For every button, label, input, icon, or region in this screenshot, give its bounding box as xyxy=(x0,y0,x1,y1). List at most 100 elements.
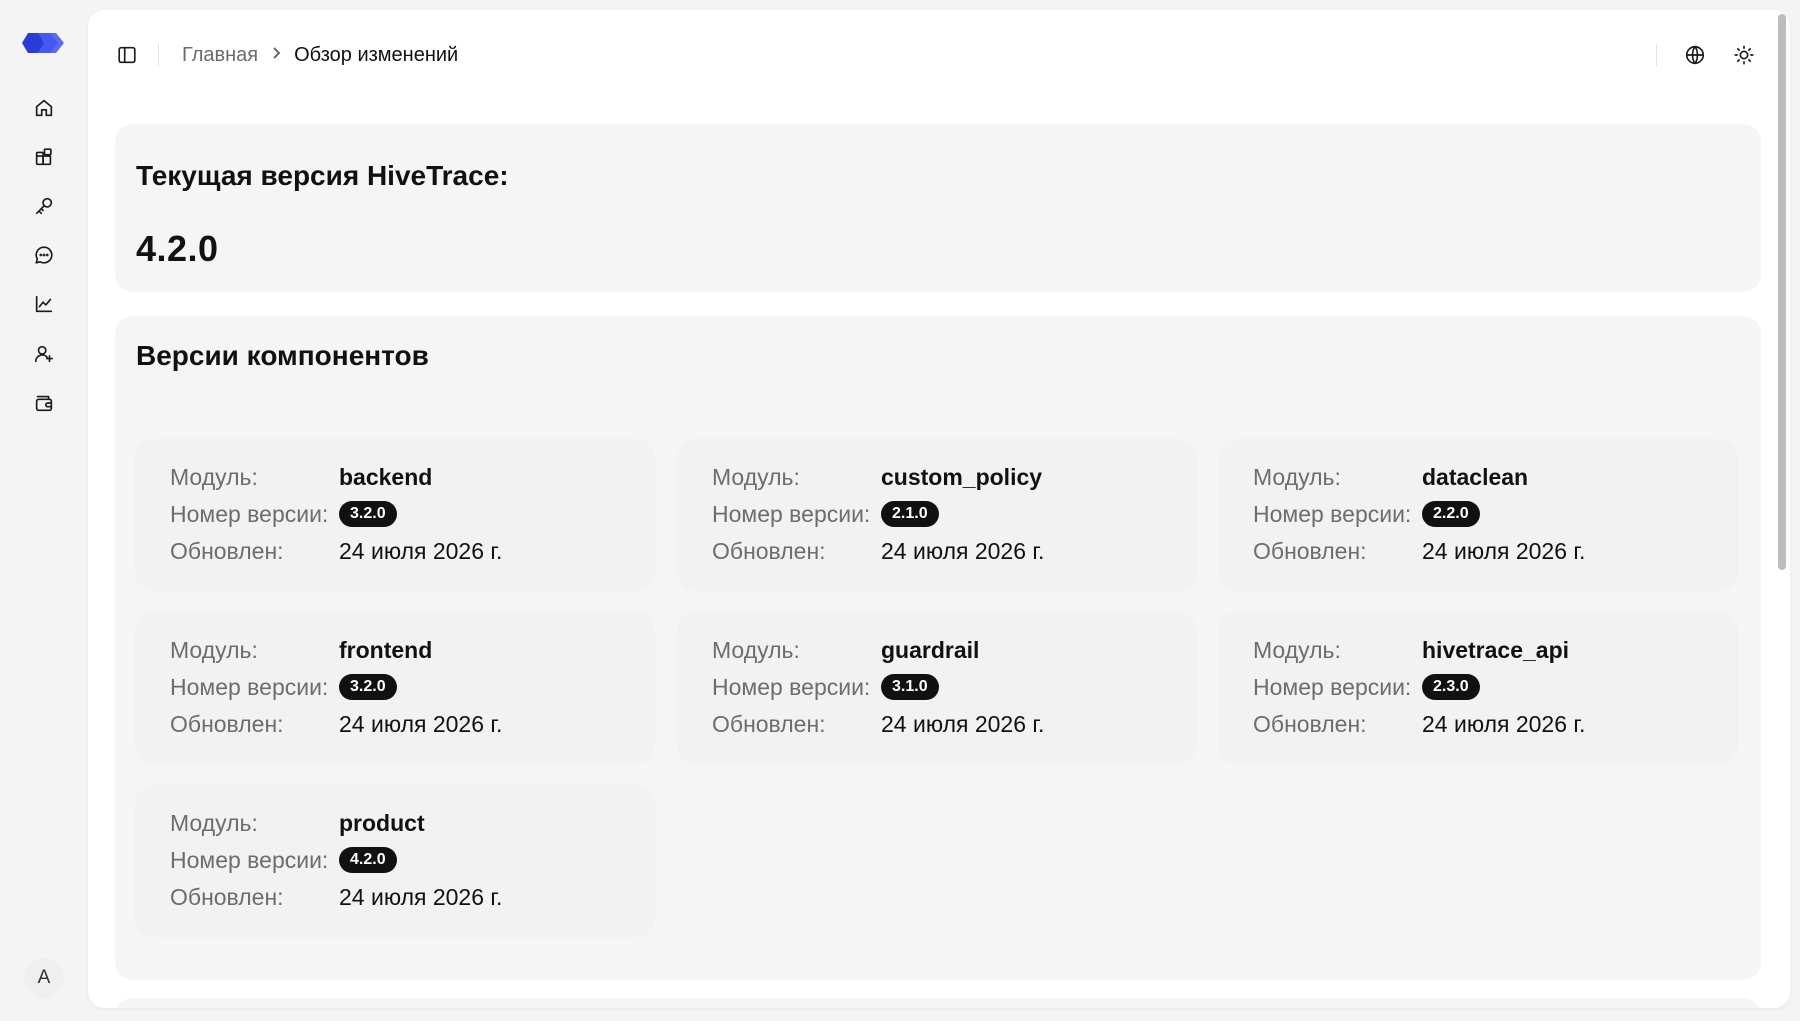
sidebar: A xyxy=(0,0,88,1021)
module-card: Модуль: product Номер версии: 4.2.0 Обновлен… xyxy=(136,786,654,936)
module-name: guardrail xyxy=(881,636,980,663)
module-name: backend xyxy=(339,463,433,490)
updated-date: 24 июля 2026 г. xyxy=(1422,710,1586,737)
updated-date: 24 июля 2026 г. xyxy=(881,710,1045,737)
updated-date: 24 июля 2026 г. xyxy=(339,710,503,737)
updated-label: Обновлен: xyxy=(712,537,826,564)
updated-date: 24 июля 2026 г. xyxy=(339,883,503,910)
divider xyxy=(1656,44,1657,66)
breadcrumb: Главная Обзор изменений xyxy=(182,42,458,68)
module-row: Модуль: hivetrace_api xyxy=(1253,635,1569,665)
theme-toggle-button[interactable] xyxy=(1730,41,1758,69)
current-version-card: Текущая версия HiveTrace: 4.2.0 xyxy=(115,124,1761,292)
blocks-icon xyxy=(35,148,52,166)
updated-label: Обновлен: xyxy=(170,710,284,737)
sidebar-item-modules[interactable] xyxy=(28,141,60,173)
version-row: Номер версии: 2.3.0 xyxy=(1253,672,1480,702)
next-section-card xyxy=(115,998,1761,1008)
chat-icon xyxy=(35,246,53,264)
version-label: Номер версии: xyxy=(1253,673,1412,700)
module-row: Модуль: backend xyxy=(170,462,432,492)
module-label: Модуль: xyxy=(1253,636,1341,663)
version-label: Номер версии: xyxy=(170,500,329,527)
version-badge: 3.2.0 xyxy=(339,674,397,700)
updated-row: Обновлен: 24 июля 2026 г. xyxy=(712,536,1044,566)
module-label: Модуль: xyxy=(170,463,258,490)
current-version-title: Текущая версия HiveTrace: xyxy=(136,160,509,191)
module-label: Модуль: xyxy=(170,636,258,663)
module-row: Модуль: guardrail xyxy=(712,635,979,665)
version-label: Номер версии: xyxy=(170,846,329,873)
version-badge: 2.2.0 xyxy=(1422,501,1480,527)
main-panel: Главная Обзор изменений Текущая версия H… xyxy=(88,10,1790,1008)
module-name: dataclean xyxy=(1422,463,1529,490)
components-card: Версии компонентов Модуль: backend Номер в… xyxy=(115,316,1761,980)
globe-icon xyxy=(1685,45,1705,65)
components-title: Версии компонентов xyxy=(136,340,429,371)
breadcrumb-home-link[interactable]: Главная xyxy=(182,44,258,67)
scrollbar[interactable] xyxy=(1778,14,1786,570)
home-icon xyxy=(35,99,53,117)
module-name: product xyxy=(339,809,425,836)
updated-row: Обновлен: 24 июля 2026 г. xyxy=(170,536,502,566)
updated-label: Обновлен: xyxy=(712,710,826,737)
module-card: Модуль: custom_policy Номер версии: 2.1.0 Об… xyxy=(678,440,1196,590)
module-label: Модуль: xyxy=(712,463,800,490)
updated-row: Обновлен: 24 июля 2026 г. xyxy=(170,709,502,739)
module-name: custom_policy xyxy=(881,463,1043,490)
module-card: Модуль: dataclean Номер версии: 2.2.0 Обновл… xyxy=(1219,440,1737,590)
version-badge: 2.1.0 xyxy=(881,501,939,527)
version-row: Номер версии: 2.2.0 xyxy=(1253,499,1480,529)
chart-icon xyxy=(35,295,53,313)
sidebar-item-messages[interactable] xyxy=(28,239,60,271)
module-row: Модуль: custom_policy xyxy=(712,462,1042,492)
key-icon xyxy=(35,197,53,215)
module-card: Модуль: frontend Номер версии: 3.2.0 Обновле… xyxy=(136,613,654,763)
module-card: Модуль: hivetrace_api Номер версии: 2.3.0 Об… xyxy=(1219,613,1737,763)
version-row: Номер версии: 4.2.0 xyxy=(170,845,397,875)
sidebar-toggle-button[interactable] xyxy=(114,42,140,68)
version-label: Номер версии: xyxy=(1253,500,1412,527)
topbar: Главная Обзор изменений xyxy=(88,10,1790,96)
updated-row: Обновлен: 24 июля 2026 г. xyxy=(1253,536,1585,566)
sidebar-item-add-user[interactable] xyxy=(28,338,60,370)
version-row: Номер версии: 3.2.0 xyxy=(170,499,397,529)
module-label: Модуль: xyxy=(1253,463,1341,490)
version-row: Номер версии: 3.1.0 xyxy=(712,672,939,702)
updated-row: Обновлен: 24 июля 2026 г. xyxy=(712,709,1044,739)
updated-label: Обновлен: xyxy=(170,883,284,910)
updated-label: Обновлен: xyxy=(1253,710,1367,737)
sidebar-toggle-icon xyxy=(118,46,136,64)
divider xyxy=(158,44,159,66)
language-button[interactable] xyxy=(1681,41,1709,69)
version-label: Номер версии: xyxy=(170,673,329,700)
module-row: Модуль: dataclean xyxy=(1253,462,1528,492)
logo-icon[interactable] xyxy=(22,30,66,56)
sidebar-item-analytics[interactable] xyxy=(28,288,60,320)
avatar-initial: A xyxy=(37,967,51,988)
sun-icon xyxy=(1734,45,1754,65)
wallet-icon xyxy=(35,395,53,412)
version-badge: 3.2.0 xyxy=(339,501,397,527)
module-name: frontend xyxy=(339,636,433,663)
sidebar-item-keys[interactable] xyxy=(28,190,60,222)
chevron-right-icon xyxy=(268,44,284,67)
avatar[interactable]: A xyxy=(24,958,64,998)
version-badge: 4.2.0 xyxy=(339,847,397,873)
updated-date: 24 июля 2026 г. xyxy=(339,537,503,564)
version-label: Номер версии: xyxy=(712,500,871,527)
module-card: Модуль: backend Номер версии: 3.2.0 Обновлен… xyxy=(136,440,654,590)
updated-label: Обновлен: xyxy=(1253,537,1367,564)
user-plus-icon xyxy=(34,345,54,363)
module-name: hivetrace_api xyxy=(1422,636,1570,663)
breadcrumb-current: Обзор изменений xyxy=(294,43,459,66)
updated-date: 24 июля 2026 г. xyxy=(881,537,1045,564)
current-version-value: 4.2.0 xyxy=(136,228,219,269)
updated-date: 24 июля 2026 г. xyxy=(1422,537,1586,564)
updated-row: Обновлен: 24 июля 2026 г. xyxy=(1253,709,1585,739)
version-row: Номер версии: 3.2.0 xyxy=(170,672,397,702)
sidebar-item-wallet[interactable] xyxy=(28,387,60,419)
module-label: Модуль: xyxy=(170,809,258,836)
sidebar-item-home[interactable] xyxy=(28,92,60,124)
module-row: Модуль: product xyxy=(170,808,425,838)
